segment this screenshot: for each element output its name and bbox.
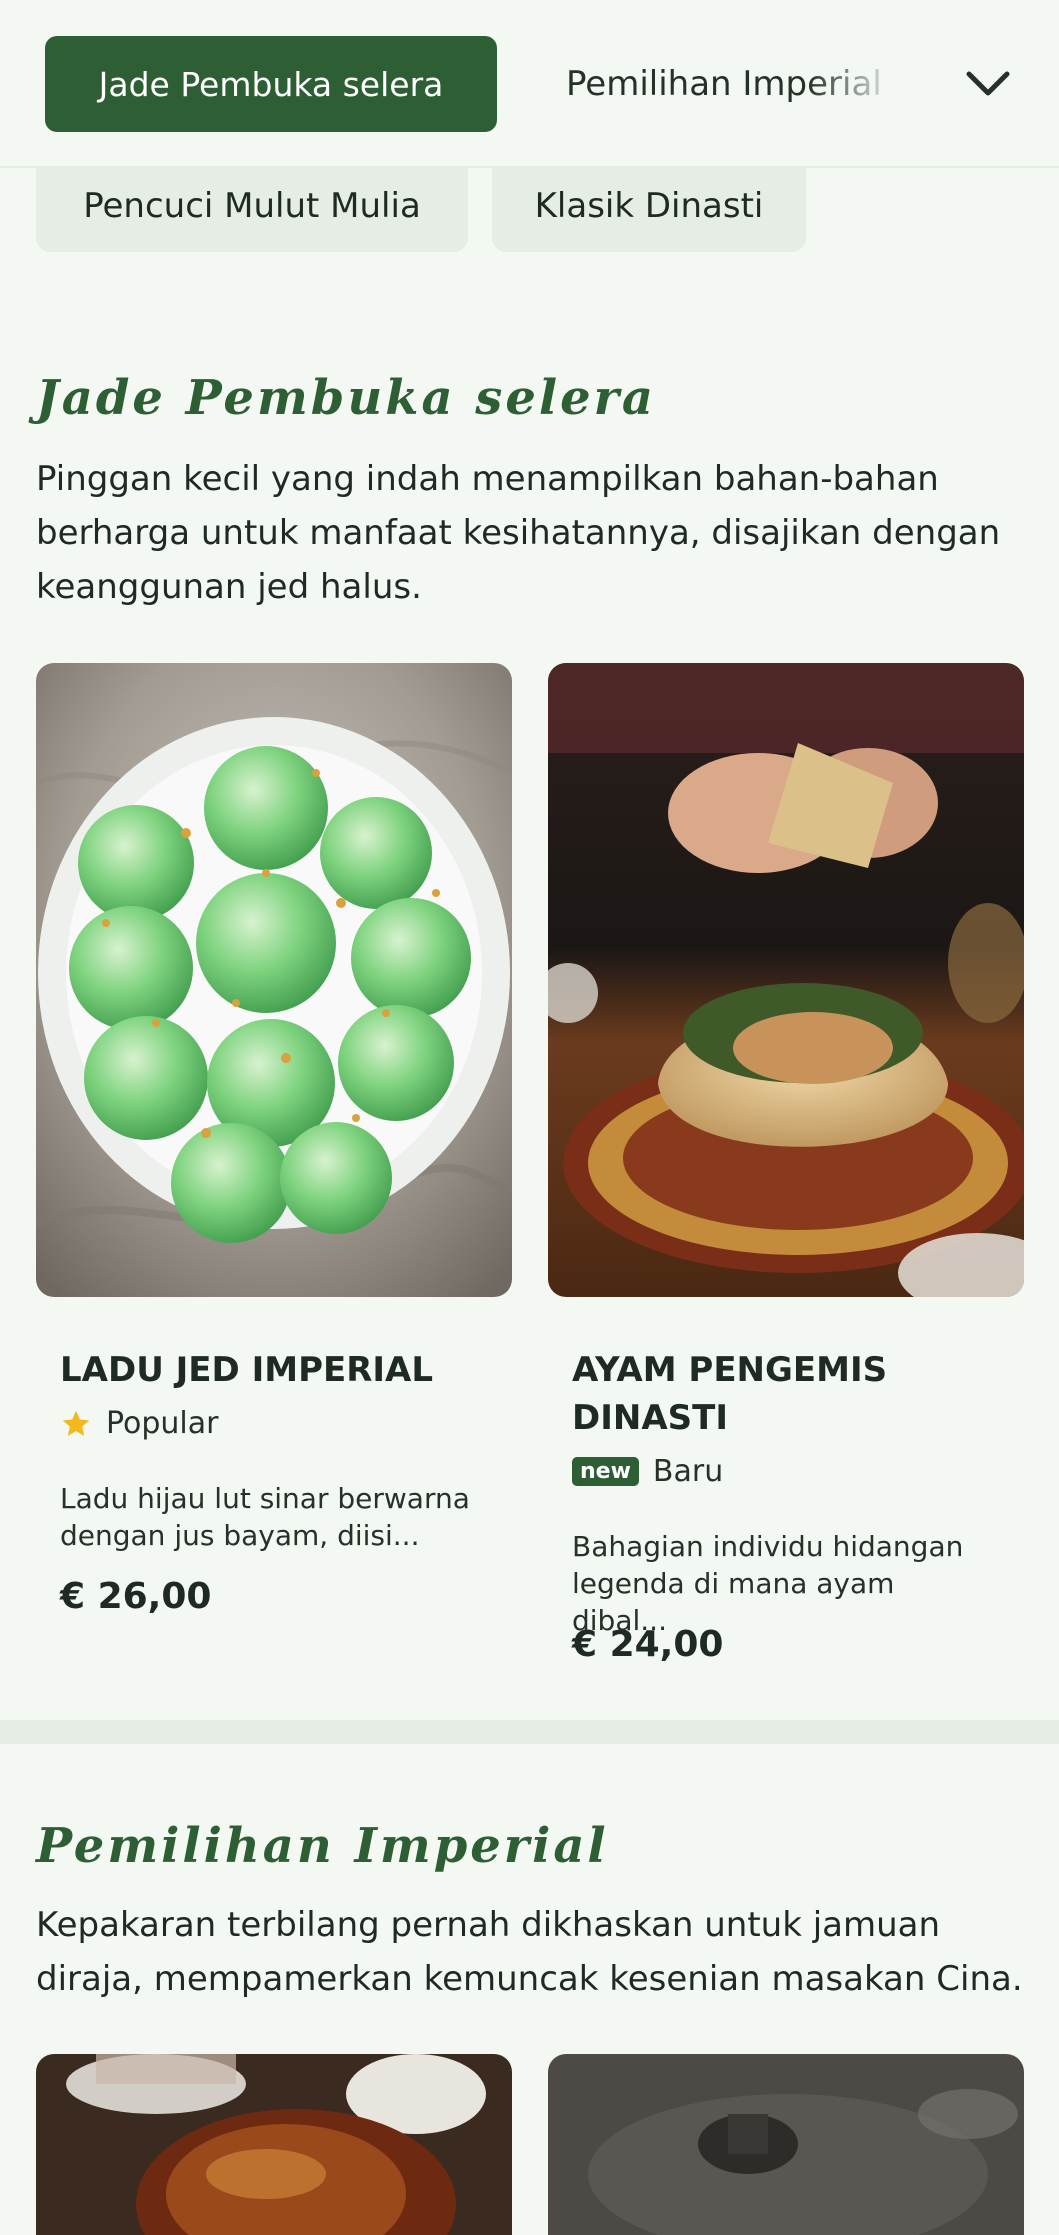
- star-icon: [62, 1410, 90, 1436]
- menu-item-image[interactable]: [548, 2054, 1024, 2235]
- menu-item-price: € 24,00: [572, 1624, 724, 1665]
- menu-item-image[interactable]: [36, 2054, 512, 2235]
- menu-item-image[interactable]: [548, 663, 1024, 1297]
- scroll-fade: [808, 36, 898, 132]
- menu-item-image[interactable]: [36, 663, 512, 1297]
- chevron-down-icon: [966, 71, 1010, 96]
- jade-dumplings-photo: [36, 663, 512, 1297]
- banquet-dish-photo: [548, 2054, 1024, 2235]
- section-description: Pinggan kecil yang indah menampilkan bah…: [36, 459, 1001, 607]
- popular-badge: Popular: [60, 1406, 219, 1441]
- category-chip-classics[interactable]: Klasik Dinasti: [492, 160, 806, 252]
- badge-label: Popular: [106, 1406, 219, 1441]
- expand-categories-button[interactable]: [952, 48, 1024, 120]
- roast-duck-photo: [36, 2054, 512, 2235]
- badge-label: Baru: [652, 1454, 724, 1489]
- category-chip-active[interactable]: Jade Pembuka selera: [45, 36, 497, 132]
- section-title: Jade Pembuka selera: [36, 370, 657, 426]
- section-title: Pemilihan Imperial: [36, 1818, 609, 1874]
- beggars-chicken-photo: [548, 663, 1024, 1297]
- menu-item-description: Bahagian individu hidangan legenda di ma…: [572, 1530, 964, 1637]
- category-chip-desserts[interactable]: Pencuci Mulut Mulia: [36, 160, 468, 252]
- new-tag: new: [572, 1457, 639, 1486]
- new-badge: new Baru: [572, 1454, 723, 1489]
- menu-item-price: € 26,00: [60, 1576, 212, 1617]
- menu-item-title[interactable]: LADU JED IMPERIAL: [60, 1346, 480, 1394]
- section-divider: [0, 1720, 1059, 1744]
- menu-item-description: Ladu hijau lut sinar berwarna dengan jus…: [60, 1482, 470, 1552]
- section-description: Kepakaran terbilang pernah dikhaskan unt…: [36, 1905, 1023, 1999]
- category-bar: Jade Pembuka selera Pemilihan Imperial: [0, 0, 1059, 168]
- category-chip-imperial[interactable]: Pemilihan Imperial: [538, 36, 898, 132]
- menu-item-title[interactable]: AYAM PENGEMIS DINASTI: [572, 1346, 992, 1442]
